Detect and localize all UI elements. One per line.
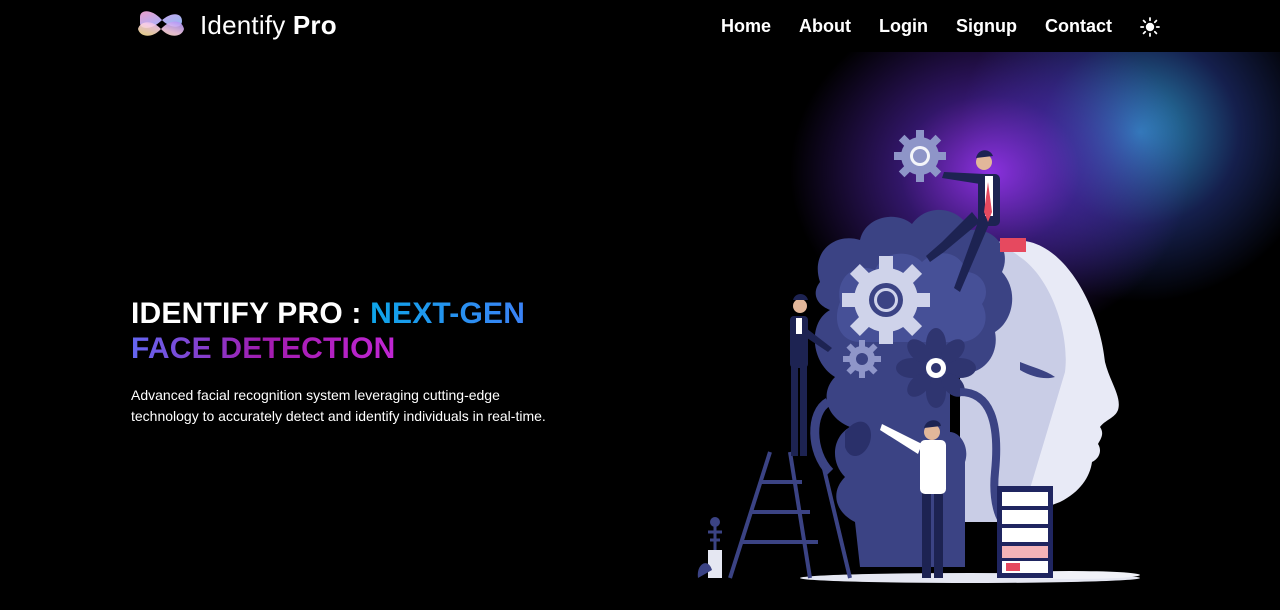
- brand-name: Identify Pro: [200, 10, 337, 41]
- illustration-svg: [697, 130, 1140, 583]
- hero-title-highlight: NEXT-GEN: [370, 297, 526, 330]
- hero-title: IDENTIFY PRO : NEXT-GEN FACE DETECTION: [131, 296, 611, 366]
- brand-name-light: Identify: [200, 9, 286, 40]
- infinity-logo-icon: [138, 11, 184, 36]
- hero-title-highlight-2: FACE DETECTION: [131, 332, 396, 365]
- brand-logo[interactable]: Identify Pro: [136, 7, 337, 43]
- brand-name-bold: Pro: [292, 9, 337, 40]
- hero-title-white: IDENTIFY PRO :: [131, 297, 371, 330]
- main-nav: Home About Login Signup Contact: [721, 16, 1160, 37]
- hero-section: IDENTIFY PRO : NEXT-GEN FACE DETECTION A…: [131, 296, 611, 427]
- nav-home-link[interactable]: Home: [721, 16, 771, 37]
- sun-icon[interactable]: [1140, 16, 1160, 37]
- nav-login-link[interactable]: Login: [879, 16, 928, 37]
- hero-description: Advanced facial recognition system lever…: [131, 387, 546, 424]
- nav-contact-link[interactable]: Contact: [1045, 16, 1112, 37]
- nav-about-link[interactable]: About: [799, 16, 851, 37]
- nav-signup-link[interactable]: Signup: [956, 16, 1017, 37]
- ai-head-gears-illustration: [660, 52, 1280, 600]
